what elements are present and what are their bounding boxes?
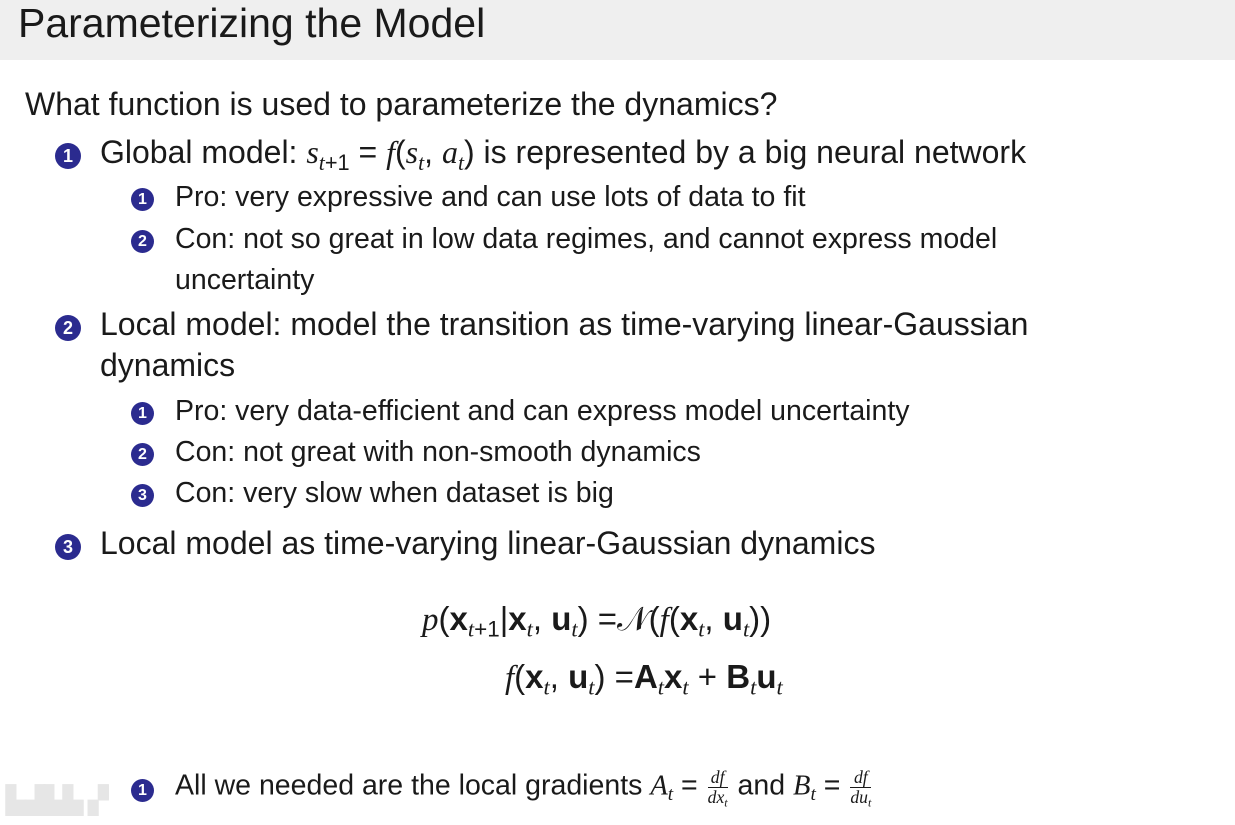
item-local-model-cont: dynamics xyxy=(100,347,236,383)
bullet-number-icon: 1 xyxy=(55,143,81,169)
item-global-model: Global model: st+1 = f(st, at) is repres… xyxy=(100,134,1027,175)
slide-header: Parameterizing the Model xyxy=(0,0,1235,60)
subitem-global-con: Con: not so great in low data regimes, a… xyxy=(175,223,998,255)
bullet-number-icon: 2 xyxy=(131,443,154,466)
slide-title: Parameterizing the Model xyxy=(18,0,486,46)
watermark-logo: ▙▟▙▙ ▞ xyxy=(6,785,108,815)
bullet-number-icon: 3 xyxy=(131,484,154,507)
question-text: What function is used to parameterize th… xyxy=(25,86,778,122)
subitem-local-gradients: All we needed are the local gradients At… xyxy=(175,767,872,810)
item-local-lg: Local model as time-varying linear-Gauss… xyxy=(100,525,876,561)
subitem-local-con-2: Con: very slow when dataset is big xyxy=(175,477,614,509)
bullet-number-icon: 2 xyxy=(131,230,154,253)
item-local-model: Local model: model the transition as tim… xyxy=(100,306,1029,342)
bullet-number-icon: 2 xyxy=(55,315,81,341)
subitem-local-pro: Pro: very data-efficient and can express… xyxy=(175,395,910,427)
subitem-global-pro: Pro: very expressive and can use lots of… xyxy=(175,181,806,213)
subitem-global-con-cont: uncertainty xyxy=(175,264,315,296)
subitem-local-con-1: Con: not great with non-smooth dynamics xyxy=(175,436,701,468)
bullet-number-icon: 1 xyxy=(131,188,154,211)
equation-linear: f(xt, ut) =Atxt + Btut xyxy=(505,658,783,700)
bullet-number-icon: 3 xyxy=(55,534,81,560)
equation-transition: p(xt+1|xt, ut) =𝒩(f(xt, ut)) xyxy=(422,600,772,642)
bullet-number-icon: 1 xyxy=(131,779,154,802)
bullet-number-icon: 1 xyxy=(131,402,154,425)
